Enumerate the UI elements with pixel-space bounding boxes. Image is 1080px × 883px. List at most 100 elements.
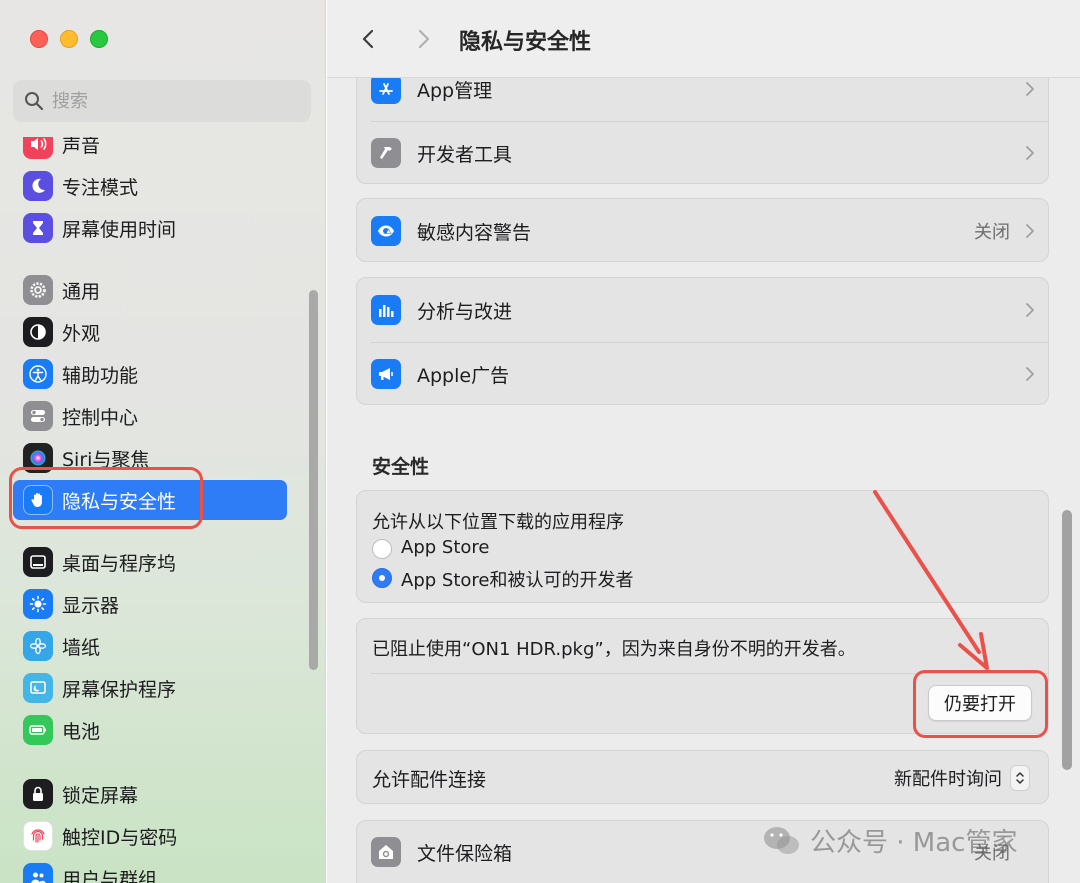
row-label: Apple广告 [417, 364, 510, 387]
section-title-security: 安全性 [372, 456, 430, 478]
gear-icon [23, 275, 53, 305]
accessories-select-value[interactable]: 新配件时询问 [894, 765, 1002, 791]
sidebar-item-touch-id[interactable]: 触控ID与密码 [13, 816, 287, 856]
watermark: 公众号 · Mac管家 [762, 822, 1017, 859]
row-allow-accessories[interactable]: 允许配件连接 新配件时询问 [357, 751, 1050, 805]
main-pane: App管理 开发者工具 敏感内容警告 关闭 分析与改进 Apple广告 安全性 … [327, 0, 1080, 883]
row-label: 敏感内容警告 [417, 221, 532, 244]
zoom-window-button[interactable] [90, 30, 108, 48]
chevron-left-icon [362, 29, 374, 49]
search-field[interactable] [13, 80, 311, 122]
fingerprint-icon [23, 821, 53, 851]
toggles-icon [23, 401, 53, 431]
sidebar-item-label: 屏幕保护程序 [62, 678, 177, 701]
chevron-right-icon [1026, 303, 1034, 317]
hourglass-icon [23, 213, 53, 243]
sidebar-item-screen-time[interactable]: 屏幕使用时间 [13, 208, 287, 248]
row-label: 分析与改进 [417, 300, 513, 323]
appstore-icon [371, 74, 401, 104]
sidebar-item-label: 屏幕使用时间 [62, 218, 177, 241]
sun-icon [23, 589, 53, 619]
annotation-highlight-button [913, 670, 1048, 738]
radio-app-store-identified-label[interactable]: App Store和被认可的开发者 [401, 566, 633, 592]
sidebar-item-general[interactable]: 通用 [13, 270, 287, 310]
blocked-app-message: 已阻止使用“ON1 HDR.pkg”，因为来自身份不明的开发者。 [372, 639, 856, 660]
sidebar-item-label: 声音 [62, 137, 101, 157]
page-title: 隐私与安全性 [459, 30, 592, 55]
lock-icon [23, 779, 53, 809]
sidebar-item-focus[interactable]: 专注模式 [13, 166, 287, 206]
sidebar-item-label: 外观 [62, 322, 101, 345]
sidebar-item-label: 辅助功能 [62, 364, 139, 387]
popup-stepper[interactable] [1010, 765, 1030, 791]
vault-icon [371, 837, 401, 867]
sidebar-item-sound[interactable]: 声音 [13, 137, 287, 164]
hammer-icon [371, 138, 401, 168]
sidebar-item-label: 触控ID与密码 [62, 826, 178, 849]
sidebar-list: 声音 专注模式 屏幕使用时间 通用 外观 辅助功能 控制中心 Siri与聚焦 隐… [0, 137, 325, 883]
row-analytics[interactable]: 分析与改进 [357, 278, 1050, 342]
eye-warning-icon [371, 216, 401, 246]
screensaver-icon [23, 673, 53, 703]
sidebar-item-battery[interactable]: 电池 [13, 710, 287, 750]
sidebar-item-label: 通用 [62, 280, 101, 303]
search-icon [25, 92, 44, 111]
sidebar-item-desktop-dock[interactable]: 桌面与程序坞 [13, 542, 287, 582]
sidebar-item-appearance[interactable]: 外观 [13, 312, 287, 352]
row-sensitive-content[interactable]: 敏感内容警告 关闭 [357, 199, 1050, 263]
users-icon [23, 863, 53, 883]
accessibility-icon [23, 359, 53, 389]
search-input[interactable] [52, 90, 292, 112]
sidebar-item-screensaver[interactable]: 屏幕保护程序 [13, 668, 287, 708]
row-label: 开发者工具 [417, 143, 513, 166]
sidebar-item-lock-screen[interactable]: 锁定屏幕 [13, 774, 287, 814]
sidebar: 声音 专注模式 屏幕使用时间 通用 外观 辅助功能 控制中心 [0, 0, 326, 883]
accessories-card: 允许配件连接 新配件时询问 [356, 750, 1049, 804]
watermark-text: 公众号 · Mac管家 [810, 828, 1018, 858]
chevron-right-icon [1026, 82, 1034, 96]
megaphone-icon [371, 359, 401, 389]
wechat-icon [764, 826, 799, 854]
sidebar-item-displays[interactable]: 显示器 [13, 584, 287, 624]
allow-apps-card: 允许从以下位置下载的应用程序 App Store App Store和被认可的开… [356, 490, 1049, 603]
flower-icon [23, 631, 53, 661]
sidebar-scrollbar[interactable] [309, 290, 318, 670]
main-scrollbar[interactable] [1062, 510, 1072, 770]
row-apple-ads[interactable]: Apple广告 [357, 342, 1050, 406]
row-value: 关闭 [974, 222, 1010, 243]
radio-app-store[interactable] [372, 539, 392, 559]
sidebar-item-label: 锁定屏幕 [62, 784, 139, 807]
row-developer-tools[interactable]: 开发者工具 [357, 121, 1050, 185]
sidebar-item-users-groups[interactable]: 用户与群组 [13, 858, 287, 883]
sensitive-content-card: 敏感内容警告 关闭 [356, 198, 1049, 262]
sidebar-item-label: 用户与群组 [62, 868, 158, 883]
chevron-right-icon [1026, 146, 1034, 160]
chevron-right-icon [1026, 224, 1034, 238]
forward-button[interactable] [411, 26, 437, 52]
allow-apps-label: 允许从以下位置下载的应用程序 [372, 512, 624, 533]
sidebar-item-label: 墙纸 [62, 636, 101, 659]
radio-app-store-label[interactable]: App Store [401, 537, 489, 558]
sidebar-item-accessibility[interactable]: 辅助功能 [13, 354, 287, 394]
close-window-button[interactable] [30, 30, 48, 48]
row-label: 文件保险箱 [417, 842, 513, 865]
sidebar-item-label: 专注模式 [62, 176, 139, 199]
sidebar-item-label: 桌面与程序坞 [62, 552, 177, 575]
moon-icon [23, 171, 53, 201]
chart-icon [371, 295, 401, 325]
dock-icon [23, 547, 53, 577]
back-button[interactable] [355, 26, 381, 52]
sidebar-item-label: 控制中心 [62, 406, 139, 429]
sidebar-item-label: 显示器 [62, 594, 120, 617]
minimize-window-button[interactable] [60, 30, 78, 48]
row-label: App管理 [417, 79, 493, 102]
sidebar-item-wallpaper[interactable]: 墙纸 [13, 626, 287, 666]
title-bar: 隐私与安全性 [327, 0, 1080, 78]
sidebar-item-control-center[interactable]: 控制中心 [13, 396, 287, 436]
chevron-right-icon [1026, 367, 1034, 381]
sidebar-item-label: 电池 [62, 720, 101, 743]
analytics-card: 分析与改进 Apple广告 [356, 277, 1049, 405]
battery-icon [23, 715, 53, 745]
radio-app-store-identified[interactable] [372, 568, 392, 588]
annotation-highlight-sidebar [9, 467, 203, 529]
